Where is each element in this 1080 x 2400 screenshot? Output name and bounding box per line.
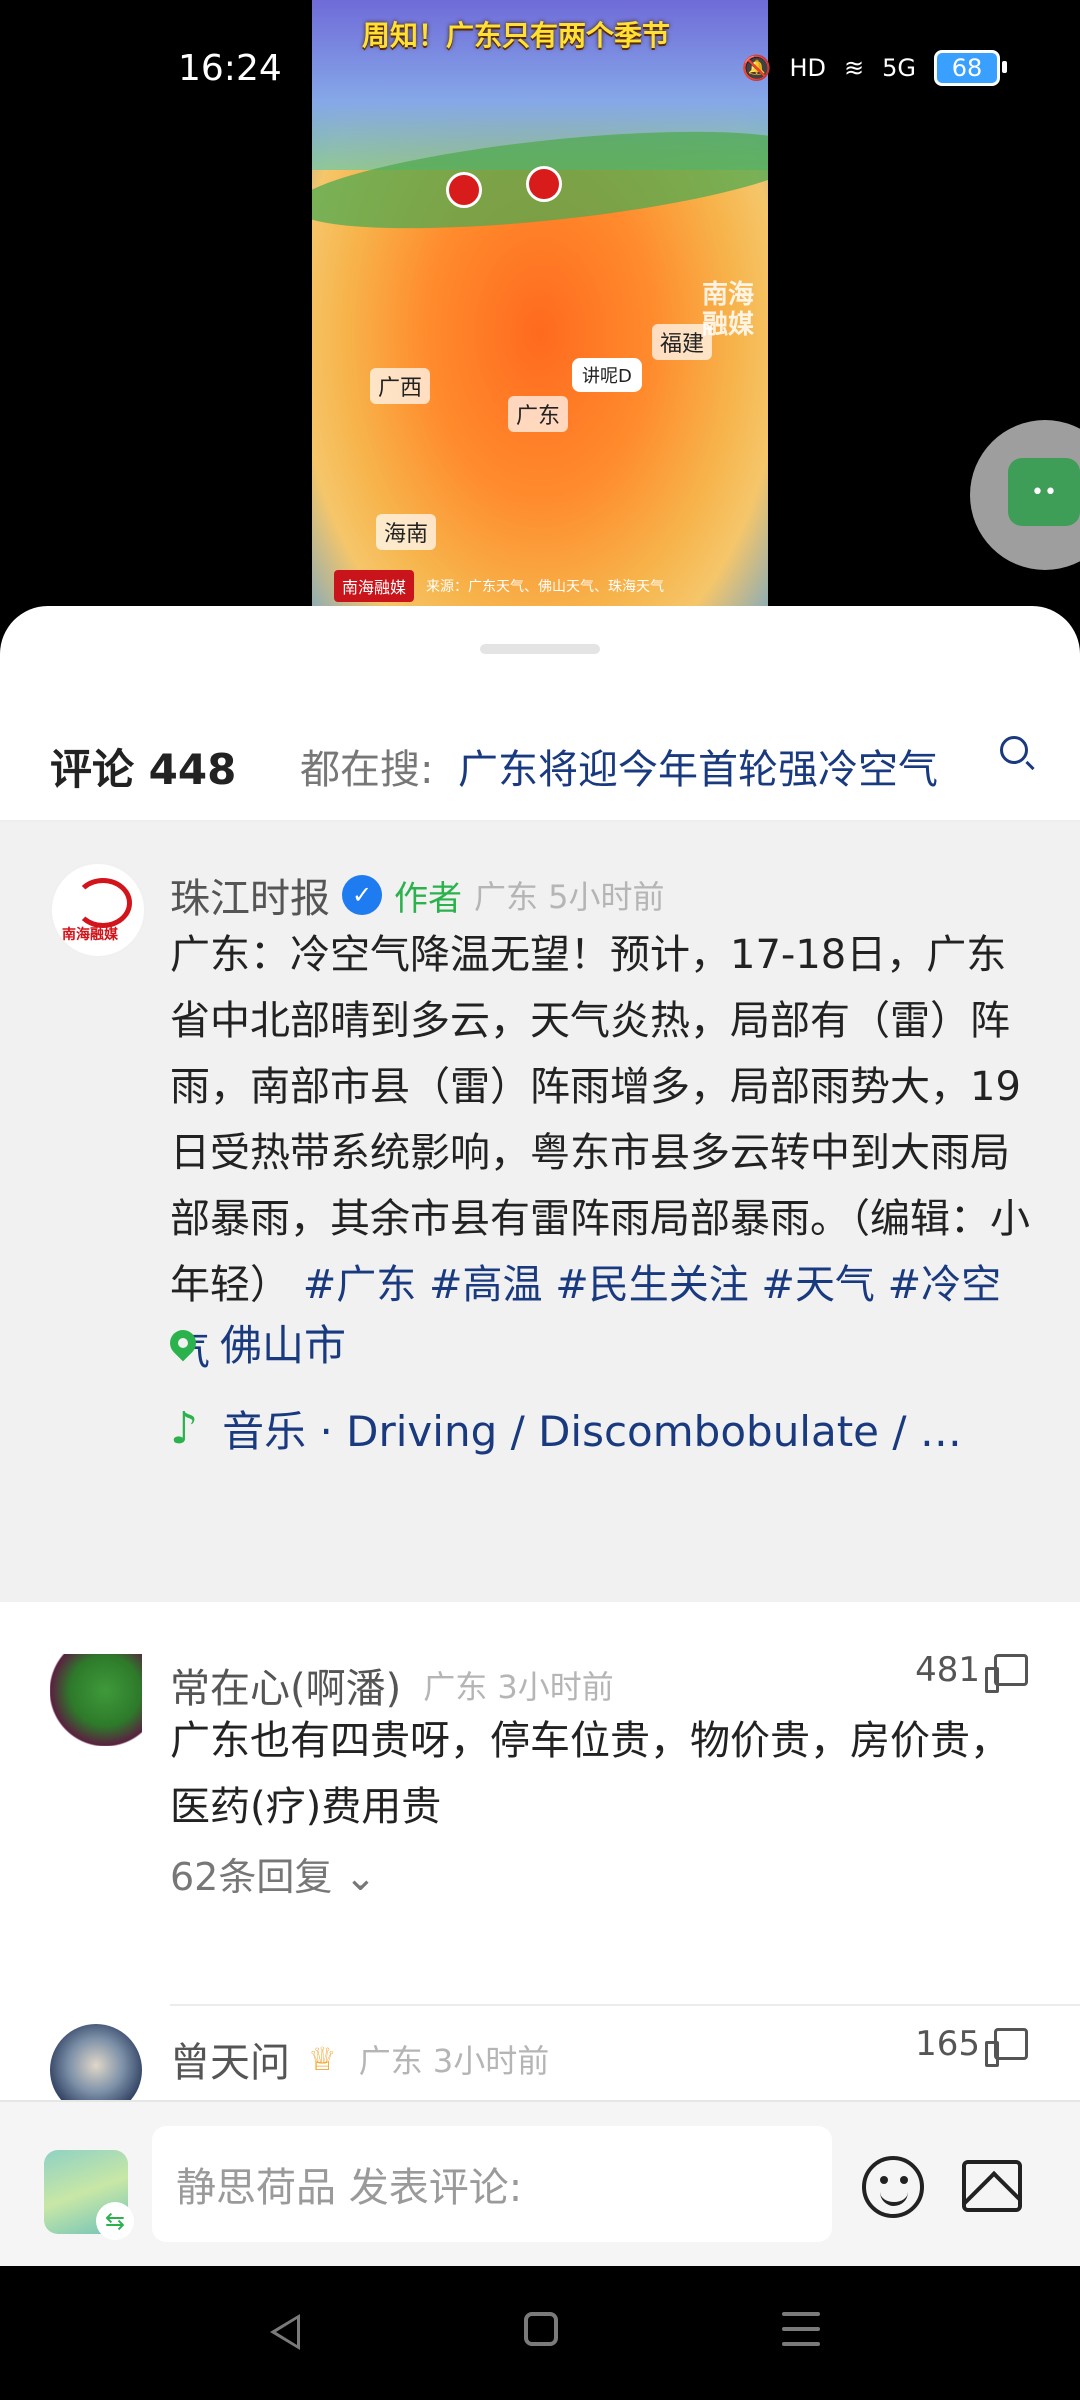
map-label-guangxi: 广西 <box>370 368 431 404</box>
author-badge: 作者 <box>394 878 462 919</box>
comment-meta: 广东 3小时前 <box>423 1668 614 1706</box>
like-count: 165 <box>915 2024 980 2064</box>
author-post: 南海融媒 珠江时报 ✓ 作者 广东 5小时前 广东：冷空气降温无望！预计，17-… <box>0 822 1080 1602</box>
map-label-hainan: 海南 <box>376 514 437 550</box>
music-note-icon: ♪ <box>170 1403 199 1454</box>
comment-divider <box>170 2004 1080 2006</box>
wifi-icon: ≋ <box>844 54 865 82</box>
floating-chat-button[interactable]: •• <box>970 420 1080 570</box>
location-pin-icon <box>164 1324 202 1361</box>
avatar[interactable] <box>50 1654 142 1746</box>
replies-label: 62条回复 <box>170 1855 333 1899</box>
status-bar: 16:24 🔕 HD ≋ 5G 68 <box>0 0 1080 140</box>
search-icon[interactable] <box>1000 736 1028 764</box>
map-label-guangdong: 广东 <box>508 396 569 432</box>
emoji-icon[interactable] <box>862 2156 924 2218</box>
commenter-name[interactable]: 曾天问 <box>170 2030 290 2088</box>
battery-icon: 68 <box>934 50 1007 86</box>
comment-text: 广东也有四贵呀，停车位贵，物价贵，房价贵，医药(疗)费用贵 <box>170 1718 1010 1830</box>
member-badge-icon: ♕ <box>308 2040 337 2078</box>
music-text: 音乐 · Driving / Discombobulate / … <box>222 1407 962 1456</box>
video-logo: 南海融媒 <box>334 570 415 602</box>
video-source: 来源：广东天气、佛山天气、珠海天气 <box>426 579 665 595</box>
back-icon[interactable] <box>270 2314 300 2350</box>
post-text: 广东：冷空气降温无望！预计，17-18日，广东省中北部晴到多云，天气炎热，局部有… <box>170 932 1030 1308</box>
author-name-line: 珠江时报 ✓ 作者 广东 5小时前 <box>170 866 665 924</box>
comment-sheet: 评论 448 都在搜: 广东将迎今年首轮强冷空气 南海融媒 珠江时报 ✓ 作者 … <box>0 606 1080 2266</box>
hd-icon: HD <box>789 54 827 82</box>
like-button[interactable]: 165 <box>915 2024 1028 2067</box>
home-icon[interactable] <box>524 2312 558 2346</box>
system-nav-bar <box>0 2266 1080 2400</box>
avatar-logo-text: 南海融媒 <box>62 927 118 943</box>
video-footer: 南海融媒 来源：广东天气、佛山天气、珠海天气 <box>334 570 664 602</box>
status-icons: 🔕 HD ≋ 5G 68 <box>741 50 1007 86</box>
map-pin-icon <box>446 172 482 208</box>
post-meta: 广东 5小时前 <box>474 878 665 916</box>
status-time: 16:24 <box>178 48 282 89</box>
battery-level: 68 <box>951 54 983 82</box>
comment-name-line: 常在心(啊潘) 广东 3小时前 <box>170 1656 614 1714</box>
hashtag-livelihood[interactable]: #民生关注 <box>555 1262 749 1308</box>
comment-count: 评论 448 <box>50 744 237 794</box>
video-watermark: 南海 融媒 <box>701 280 754 340</box>
drag-handle[interactable] <box>480 644 600 654</box>
hashtag-weather[interactable]: #天气 <box>761 1262 875 1308</box>
recents-icon[interactable] <box>782 2312 820 2348</box>
commenter-name[interactable]: 常在心(啊潘) <box>170 1656 401 1714</box>
trending-search-label: 都在搜: <box>300 747 434 793</box>
trending-search-link[interactable]: 广东将迎今年首轮强冷空气 <box>458 737 938 795</box>
view-replies-button[interactable]: 62条回复 ⌄ <box>170 1846 376 1901</box>
comment-name-line: 曾天问 ♕ 广东 3小时前 <box>170 2030 549 2088</box>
comment-input-bar: ⇆ 静思荷品 发表评论: <box>0 2100 1080 2268</box>
comments-header: 评论 448 都在搜: 广东将迎今年首轮强冷空气 <box>0 716 1080 816</box>
video-tag: 讲呢D <box>572 358 642 392</box>
location-line[interactable]: 佛山市 <box>164 1312 347 1373</box>
location-text: 佛山市 <box>220 1321 347 1370</box>
comment-meta: 广东 3小时前 <box>358 2042 550 2080</box>
chevron-down-icon: ⌄ <box>344 1855 377 1899</box>
mute-icon: 🔕 <box>741 54 772 82</box>
comment-input[interactable]: 静思荷品 发表评论: <box>152 2126 832 2242</box>
like-button[interactable]: 481 <box>915 1650 1028 1693</box>
comment-item: 常在心(啊潘) 广东 3小时前 481 广东也有四贵呀，停车位贵，物价贵，房价贵… <box>0 1636 1080 2016</box>
hashtag-heat[interactable]: #高温 <box>429 1262 543 1308</box>
hashtag-guangdong[interactable]: #广东 <box>303 1262 417 1308</box>
music-line[interactable]: ♪ 音乐 · Driving / Discombobulate / … <box>170 1398 1030 1459</box>
verified-icon: ✓ <box>342 875 382 915</box>
thumbs-up-icon <box>985 2028 1028 2067</box>
5g-signal-icon: 5G <box>882 54 916 82</box>
switch-identity-icon[interactable]: ⇆ <box>96 2202 134 2240</box>
avatar[interactable]: 南海融媒 <box>50 862 146 958</box>
author-name[interactable]: 珠江时报 <box>170 866 330 924</box>
like-count: 481 <box>915 1650 980 1690</box>
image-icon[interactable] <box>962 2160 1022 2212</box>
media-logo-icon <box>74 878 132 928</box>
chat-dots-icon: •• <box>1008 458 1080 526</box>
map-pin-icon <box>526 166 562 202</box>
thumbs-up-icon <box>985 1654 1028 1693</box>
